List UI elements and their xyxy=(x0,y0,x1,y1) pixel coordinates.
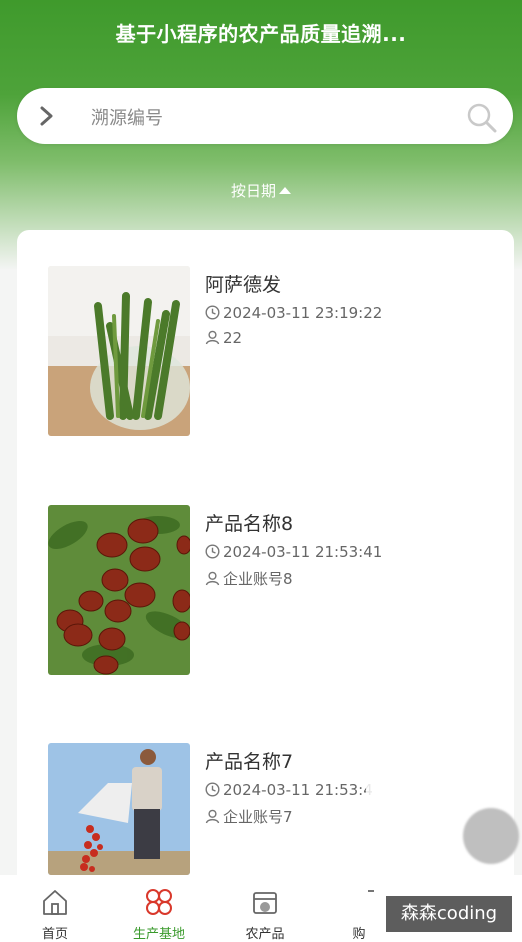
search-icon[interactable] xyxy=(465,101,499,135)
list-item[interactable]: 产品名称8 2024-03-11 21:53:41 企业账号8 xyxy=(48,505,488,677)
product-name: 产品名称8 xyxy=(205,513,294,535)
product-owner-text: 企业账号7 xyxy=(223,808,293,826)
tab-production-base[interactable]: 生产基地 xyxy=(104,875,214,942)
product-owner-text: 企业账号8 xyxy=(223,570,293,588)
overlay-fade xyxy=(366,772,466,872)
product-time-text: 2024-03-11 21:53:4 xyxy=(223,781,373,799)
caret-up-icon xyxy=(279,187,291,194)
product-time-text: 2024-03-11 23:19:22 xyxy=(223,304,383,322)
product-image xyxy=(48,743,190,875)
product-owner: 企业账号7 xyxy=(205,806,293,827)
product-name: 产品名称7 xyxy=(205,751,294,773)
user-icon xyxy=(205,809,220,824)
product-owner: 企业账号8 xyxy=(205,568,293,589)
clover-icon xyxy=(146,889,172,915)
chevron-right-icon[interactable] xyxy=(37,105,57,127)
tab-label: 生产基地 xyxy=(132,927,185,942)
product-time: 2024-03-11 23:19:22 xyxy=(205,304,382,322)
floating-action-button[interactable] xyxy=(463,808,519,864)
tab-label: 首页 xyxy=(41,927,68,942)
product-time: 2024-03-11 21:53:4 xyxy=(205,781,373,799)
search-input[interactable]: 溯源编号 xyxy=(91,104,163,130)
clock-icon xyxy=(205,544,220,559)
product-owner-text: 22 xyxy=(223,329,243,347)
product-owner: 22 xyxy=(205,329,242,347)
search-bar[interactable]: 溯源编号 xyxy=(17,88,513,144)
clock-icon xyxy=(205,305,220,320)
sort-by-date-button[interactable]: 按日期 xyxy=(0,180,522,201)
sort-label: 按日期 xyxy=(230,182,276,200)
tab-home[interactable]: 首页 xyxy=(0,875,110,942)
page-title: 基于小程序的农产品质量追溯... xyxy=(115,22,407,46)
box-icon xyxy=(253,892,277,914)
watermark: 森森coding xyxy=(386,896,512,932)
product-image xyxy=(48,266,190,436)
product-time-text: 2024-03-11 21:53:41 xyxy=(223,543,383,561)
user-icon xyxy=(205,330,220,345)
product-time: 2024-03-11 21:53:41 xyxy=(205,543,382,561)
user-icon xyxy=(205,571,220,586)
cart-icon xyxy=(368,890,374,892)
product-image xyxy=(48,505,190,675)
clock-icon xyxy=(205,782,220,797)
list-item[interactable]: 阿萨德发 2024-03-11 23:19:22 22 xyxy=(48,266,488,438)
home-icon xyxy=(43,890,67,915)
product-name: 阿萨德发 xyxy=(205,274,282,296)
